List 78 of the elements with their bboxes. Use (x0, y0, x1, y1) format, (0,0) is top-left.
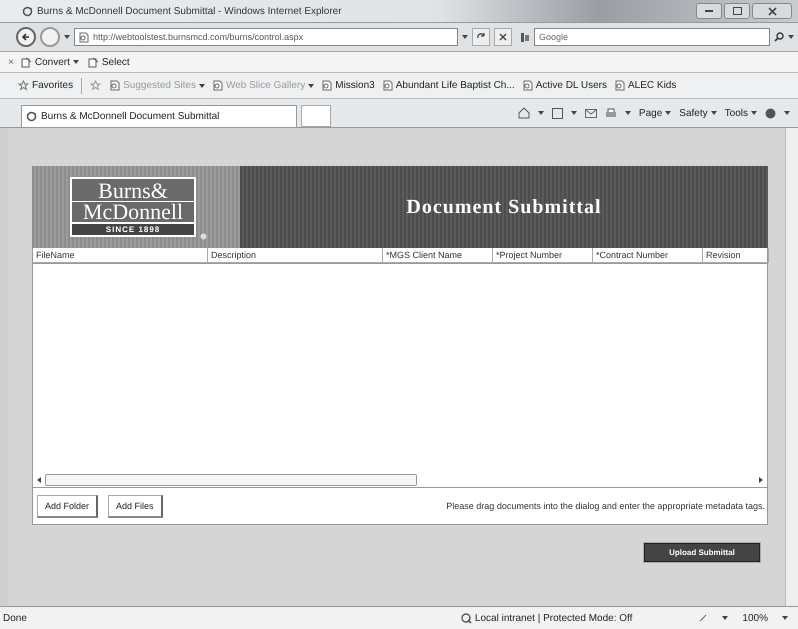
status-text: Done (3, 612, 27, 624)
zoom-level[interactable]: 100% (742, 612, 768, 624)
caret-icon (570, 111, 577, 115)
page-heading: Document Submittal (405, 194, 603, 220)
caret-icon (782, 616, 788, 620)
back-button[interactable] (16, 27, 36, 47)
stop-icon (499, 33, 507, 41)
close-toolbar-button[interactable]: × (8, 56, 14, 68)
minimize-icon (705, 10, 713, 12)
favorites-link[interactable]: ALEC Kids (615, 80, 676, 91)
favorites-link[interactable]: Abundant Life Baptist Ch... (382, 80, 515, 91)
favorites-link[interactable]: Mission3 (322, 80, 375, 91)
search-provider-icon[interactable] (520, 32, 530, 42)
column-header[interactable]: Description (208, 248, 383, 263)
caret-icon (72, 60, 79, 64)
add-files-button[interactable]: Add Files (108, 494, 163, 518)
stop-button[interactable] (494, 28, 512, 46)
page-icon (615, 80, 626, 91)
upload-button[interactable]: Upload Submittal (644, 543, 760, 562)
registered-icon (200, 233, 207, 240)
caret-icon (538, 111, 544, 115)
column-header[interactable]: *MGS Client Name (383, 248, 493, 263)
browser-icon (26, 111, 37, 122)
browser-tab[interactable]: Burns & McDonnell Document Submittal (21, 105, 297, 127)
vertical-scrollbar[interactable] (785, 128, 798, 606)
maximize-button[interactable] (724, 3, 750, 19)
favorites-link[interactable]: Favorites (18, 80, 74, 91)
caret-icon (751, 111, 757, 115)
maximize-icon (732, 7, 742, 15)
company-logo: Burns& McDonnell SINCE 1898 (70, 177, 196, 237)
favorites-link[interactable]: Active DL Users (522, 80, 608, 91)
back-arrow-icon (21, 32, 31, 42)
caret-icon (198, 84, 205, 88)
add-folder-button[interactable]: Add Folder (37, 494, 98, 518)
caret-icon (624, 111, 631, 115)
caret-icon (710, 111, 717, 115)
security-zone[interactable]: Local intranet | Protected Mode: Off (474, 612, 632, 624)
select-button[interactable]: Select (86, 56, 132, 68)
minimize-button[interactable] (696, 3, 722, 19)
command-menu[interactable]: Tools (724, 108, 757, 118)
command-menu[interactable]: Page (638, 108, 672, 118)
recent-pages-icon (64, 35, 70, 39)
refresh-button[interactable] (472, 28, 490, 46)
page-icon (382, 80, 393, 91)
page-icon (110, 80, 120, 91)
instruction-text: Please drag documents into the dialog and enter the appropriate metadata tags. (446, 501, 765, 511)
page-icon (522, 80, 533, 91)
globe-icon (460, 612, 472, 624)
search-field[interactable]: Google (534, 28, 770, 46)
mail-icon[interactable] (584, 108, 597, 118)
home-icon[interactable] (518, 107, 530, 119)
browser-icon (22, 6, 33, 16)
column-header[interactable]: *Project Number (493, 248, 593, 263)
page-icon (212, 80, 223, 91)
caret-icon (722, 616, 728, 620)
window-title: Burns & McDonnell Document Submittal - Windows Internet Explorer (37, 6, 343, 16)
convert-button[interactable]: Convert (18, 56, 81, 68)
page-icon (20, 56, 32, 68)
column-header[interactable]: *Contract Number (593, 248, 703, 263)
address-field[interactable]: http://webtoolstest.burnsmcd.com/burns/control.aspx (74, 28, 458, 46)
caret-icon (308, 84, 314, 88)
caret-icon (784, 111, 790, 115)
caret-icon (665, 111, 672, 115)
page-icon (88, 56, 99, 68)
address-dropdown-icon (462, 35, 468, 39)
close-icon (768, 6, 776, 16)
search-dropdown-icon (788, 35, 794, 39)
search-icon[interactable] (774, 32, 784, 42)
column-header[interactable]: FileName (33, 248, 208, 263)
star-icon (18, 80, 29, 91)
scroll-right-icon[interactable] (759, 477, 763, 483)
page-icon (322, 80, 332, 91)
page-icon (79, 32, 89, 42)
close-button[interactable] (752, 3, 792, 19)
command-menu[interactable]: Safety (679, 108, 717, 118)
scroll-left-icon[interactable] (37, 477, 41, 483)
print-icon[interactable] (604, 108, 617, 118)
column-header[interactable]: Revision (703, 248, 769, 263)
